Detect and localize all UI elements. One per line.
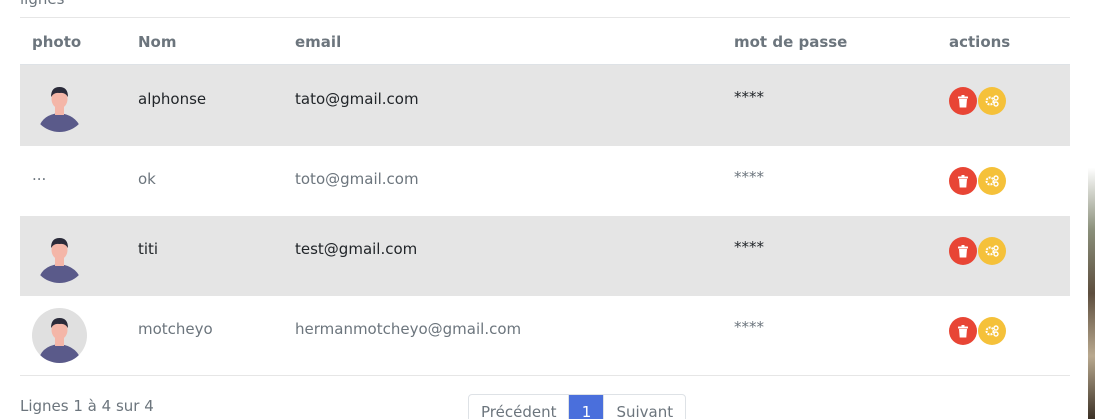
table-row: ... ok toto@gmail.com **** <box>20 146 1070 216</box>
avatar <box>32 77 87 132</box>
photo-placeholder: ... <box>32 166 47 184</box>
column-header-password[interactable]: mot de passe <box>734 33 847 51</box>
next-page-button[interactable]: Suivant <box>603 395 685 419</box>
column-header-actions[interactable]: actions <box>949 33 1010 51</box>
delete-button[interactable] <box>949 87 977 115</box>
user-name: alphonse <box>138 90 207 108</box>
user-name: ok <box>138 170 156 188</box>
user-email: toto@gmail.com <box>295 170 419 188</box>
user-password: **** <box>734 168 764 186</box>
background-image-edge <box>1088 0 1095 419</box>
user-name: titi <box>138 240 159 258</box>
table-row: titi test@gmail.com **** <box>20 216 1070 296</box>
edit-button[interactable] <box>978 317 1006 345</box>
column-header-email[interactable]: email <box>295 33 341 51</box>
row-actions <box>949 87 1009 117</box>
delete-button[interactable] <box>949 167 977 195</box>
row-actions <box>949 167 1009 197</box>
user-name: motcheyo <box>138 320 213 338</box>
user-password: **** <box>734 88 764 106</box>
cogs-icon <box>985 95 999 107</box>
cogs-icon <box>985 175 999 187</box>
cogs-icon <box>985 245 999 257</box>
edit-button[interactable] <box>978 167 1006 195</box>
avatar <box>32 308 87 363</box>
pagination-info: Lignes 1 à 4 sur 4 <box>20 397 154 415</box>
edit-button[interactable] <box>978 237 1006 265</box>
avatar <box>32 228 87 283</box>
edit-button[interactable] <box>978 87 1006 115</box>
page-1-button[interactable]: 1 <box>568 395 604 419</box>
user-password: **** <box>734 238 764 256</box>
users-page: lignes photo Nom email mot de passe acti… <box>0 0 1095 419</box>
user-email: test@gmail.com <box>295 240 418 258</box>
user-password: **** <box>734 318 764 336</box>
row-actions <box>949 237 1009 267</box>
column-header-nom[interactable]: Nom <box>138 33 177 51</box>
table-header: photo Nom email mot de passe actions <box>20 17 1070 65</box>
delete-button[interactable] <box>949 237 977 265</box>
pagination: Précédent 1 Suivant <box>468 394 687 419</box>
trash-icon <box>958 174 968 187</box>
table-row: alphonse tato@gmail.com **** <box>20 65 1070 146</box>
trash-icon <box>958 324 968 337</box>
user-email: tato@gmail.com <box>295 90 419 108</box>
column-header-photo[interactable]: photo <box>32 33 81 51</box>
users-table: photo Nom email mot de passe actions alp… <box>20 17 1070 376</box>
table-row: motcheyo hermanmotcheyo@gmail.com **** <box>20 296 1070 376</box>
table-caption: lignes <box>20 0 64 8</box>
trash-icon <box>958 94 968 107</box>
cogs-icon <box>985 325 999 337</box>
previous-page-button[interactable]: Précédent <box>469 395 568 419</box>
delete-button[interactable] <box>949 317 977 345</box>
user-email: hermanmotcheyo@gmail.com <box>295 320 522 338</box>
row-actions <box>949 317 1009 347</box>
trash-icon <box>958 244 968 257</box>
